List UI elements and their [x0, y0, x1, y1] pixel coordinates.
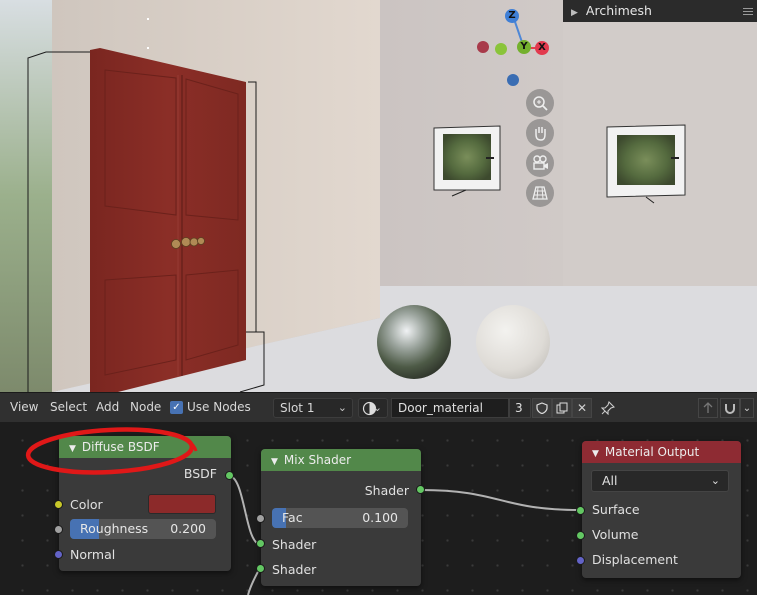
pin-button[interactable] [598, 398, 618, 418]
pan-button[interactable] [526, 119, 554, 147]
node-title: Mix Shader [283, 453, 352, 467]
material-output-node[interactable]: ▼ Material Output All ⌄ Surface Volume Di… [582, 441, 741, 578]
node-header[interactable]: ▼ Material Output [582, 441, 741, 463]
volume-input-socket[interactable] [576, 531, 585, 540]
surface-input-socket[interactable] [576, 506, 585, 515]
pin-icon [601, 401, 615, 415]
menu-view[interactable]: View [10, 400, 38, 414]
chevron-down-icon: ⌄ [337, 401, 347, 414]
fac-slider[interactable]: Fac 0.100 [272, 508, 408, 528]
link-mix-to-output [420, 489, 581, 511]
mix-shader-node[interactable]: ▼ Mix Shader Shader Fac 0.100 Shader Shad… [261, 449, 421, 586]
fac-input-socket[interactable] [256, 514, 265, 523]
ortho-grid-icon [532, 186, 548, 200]
normal-label: Normal [70, 547, 116, 562]
material-name-field[interactable]: Door_material [391, 398, 509, 418]
pan-hand-icon [535, 127, 546, 141]
roughness-value: 0.200 [170, 521, 206, 536]
fac-value: 0.100 [362, 510, 398, 525]
drag-handle-icon[interactable] [743, 8, 753, 15]
displacement-label: Displacement [592, 552, 678, 567]
camera-view-button[interactable] [526, 149, 554, 177]
close-icon: ✕ [576, 401, 588, 415]
arrow-up-icon [703, 402, 713, 413]
chevron-down-icon: ⌄ [372, 401, 382, 414]
use-nodes-checkbox[interactable]: ✓ [170, 401, 183, 414]
color-label: Color [70, 497, 103, 512]
slot-dropdown[interactable]: Slot 1 ⌄ [273, 398, 353, 418]
collapse-arrow-icon[interactable]: ▼ [592, 449, 599, 459]
user-count[interactable]: 3 [509, 398, 531, 418]
target-dropdown[interactable]: All ⌄ [591, 470, 729, 492]
displacement-input-socket[interactable] [576, 556, 585, 565]
roughness-slider[interactable]: Roughness 0.200 [70, 519, 216, 539]
collapse-arrow-icon[interactable]: ▼ [271, 457, 278, 467]
gizmo-y-axis[interactable]: Y [517, 40, 531, 54]
color-input-socket[interactable] [54, 500, 63, 509]
gizmo-x-axis[interactable]: X [535, 41, 549, 55]
menu-node[interactable]: Node [130, 400, 161, 414]
parent-node-tree-button[interactable] [698, 398, 718, 418]
shader-output-label: Shader [364, 483, 409, 498]
shader-output-socket[interactable] [416, 485, 425, 494]
annotation-circle [25, 427, 198, 475]
fac-label: Fac [282, 510, 303, 525]
surface-label: Surface [592, 502, 640, 517]
zoom-icon [533, 96, 548, 111]
chevron-down-icon: ⌄ [742, 402, 752, 414]
node-title: Material Output [604, 445, 700, 459]
slot-value: Slot 1 [280, 401, 315, 415]
roughness-input-socket[interactable] [54, 525, 63, 534]
link-diffuse-to-mix [228, 475, 261, 545]
target-value: All [602, 473, 618, 488]
shield-icon [536, 402, 548, 414]
use-nodes-label: Use Nodes [187, 400, 251, 414]
panel-title: Archimesh [585, 3, 652, 18]
collapse-arrow-icon: ▶ [571, 8, 578, 18]
camera-icon [533, 155, 548, 170]
shader-input2-socket[interactable] [256, 564, 265, 573]
ortho-toggle-button[interactable] [526, 179, 554, 207]
color-swatch[interactable] [148, 494, 216, 514]
unlink-material-button[interactable]: ✕ [572, 398, 592, 418]
blender-window: Z Y X ▶ Archimesh View Select Add Node ✓ … [0, 0, 757, 595]
fake-user-button[interactable] [532, 398, 552, 418]
menu-select[interactable]: Select [50, 400, 87, 414]
node-editor-header: View Select Add Node ✓ Use Nodes Slot 1 … [0, 392, 757, 422]
bsdf-output-socket[interactable] [225, 471, 234, 480]
menu-add[interactable]: Add [96, 400, 119, 414]
material-browse-button[interactable]: ⌄ [358, 398, 388, 418]
scene-render [0, 0, 757, 392]
archimesh-panel-header[interactable]: ▶ Archimesh [563, 0, 757, 22]
overlay-button[interactable]: ⌄ [740, 398, 754, 418]
duplicate-icon [556, 402, 568, 414]
duplicate-material-button[interactable] [552, 398, 572, 418]
shader-input1-socket[interactable] [256, 539, 265, 548]
shader-input2-label: Shader [272, 562, 317, 577]
gizmo-z-axis[interactable]: Z [505, 9, 519, 23]
snap-toggle-button[interactable] [720, 398, 740, 418]
chevron-down-icon: ⌄ [710, 474, 720, 487]
zoom-button[interactable] [526, 89, 554, 117]
volume-label: Volume [592, 527, 639, 542]
magnet-icon [725, 404, 735, 414]
node-header[interactable]: ▼ Mix Shader [261, 449, 421, 471]
roughness-label: Roughness [80, 521, 149, 536]
3d-viewport[interactable]: Z Y X ▶ Archimesh [0, 0, 757, 392]
normal-input-socket[interactable] [54, 550, 63, 559]
shader-input1-label: Shader [272, 537, 317, 552]
